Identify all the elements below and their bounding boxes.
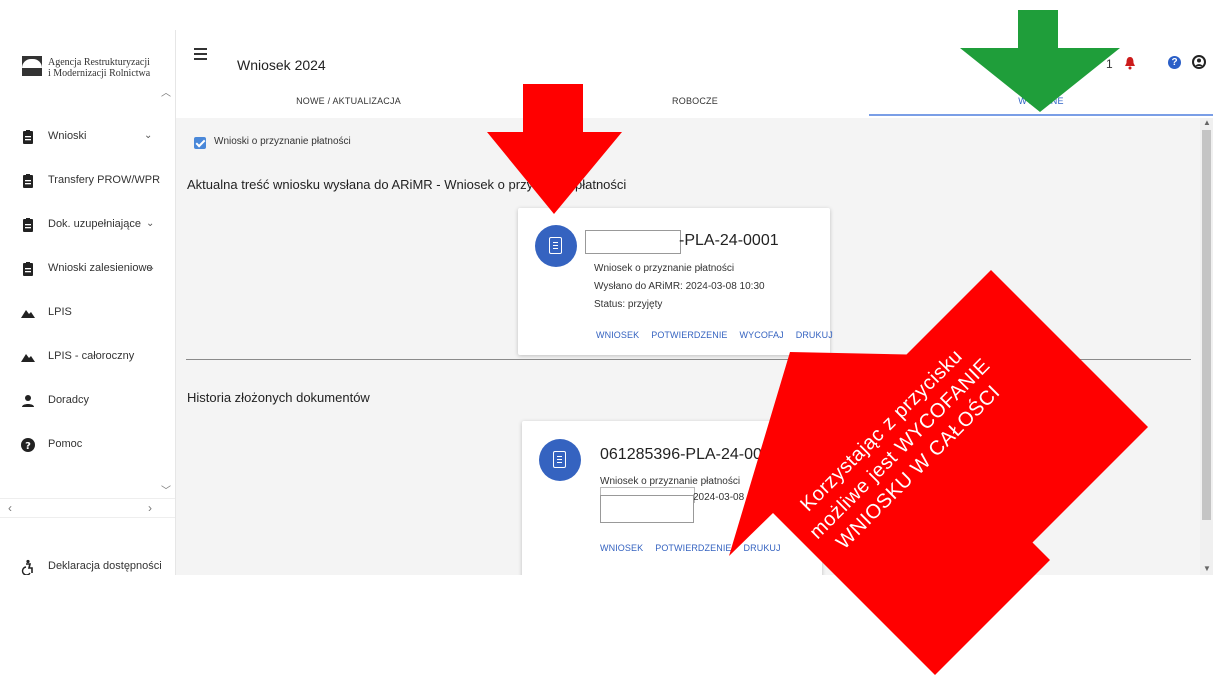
red-callout-banner (763, 270, 1148, 655)
green-arrow-icon (960, 10, 1120, 112)
red-down-arrow-icon (487, 84, 622, 214)
